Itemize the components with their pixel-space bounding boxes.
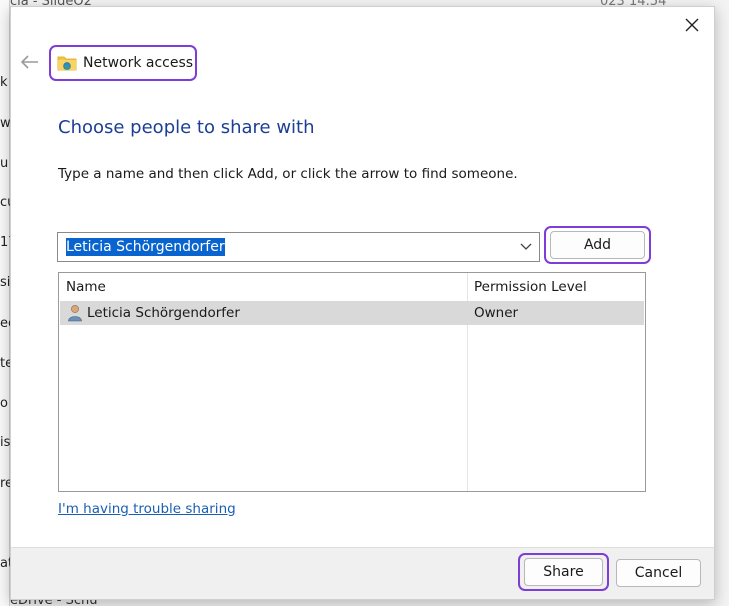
background-list-item[interactable]: is	[0, 435, 10, 450]
background-list-item[interactable]: 17	[0, 235, 10, 250]
dialog-title-bar: Network access	[49, 45, 197, 81]
background-list-item[interactable]: u	[0, 156, 10, 171]
back-button[interactable]	[19, 51, 41, 73]
background-list-item[interactable]: k	[0, 75, 10, 90]
list-item[interactable]: Leticia Schörgendorfer Owner	[60, 301, 644, 325]
people-list[interactable]: Name Permission Level Leticia Schörgendo…	[58, 272, 646, 492]
user-icon	[68, 305, 82, 322]
dialog-title: Network access	[83, 55, 194, 71]
background-list-item[interactable]: w	[0, 116, 10, 131]
add-button[interactable]: Add	[550, 231, 645, 259]
dialog-footer: Share Cancel	[11, 547, 714, 599]
column-header-permission[interactable]: Permission Level	[474, 279, 587, 295]
row-name: Leticia Schörgendorfer	[87, 305, 240, 321]
background-list-item[interactable]: te	[0, 356, 10, 371]
close-icon	[685, 18, 699, 32]
share-button-highlight: Share	[518, 553, 609, 591]
background-list-item[interactable]: ec	[0, 316, 10, 331]
share-button[interactable]: Share	[524, 558, 603, 586]
cancel-button[interactable]: Cancel	[616, 559, 701, 587]
background-list-item[interactable]: o	[0, 396, 10, 411]
column-header-name[interactable]: Name	[66, 279, 106, 295]
background-list-item[interactable]: si	[0, 275, 10, 290]
network-access-dialog: Network access Choose people to share wi…	[10, 6, 715, 600]
name-input-combobox[interactable]: Leticia Schörgendorfer	[57, 232, 540, 262]
background-list-item[interactable]: at	[0, 556, 10, 571]
background-file-list: k w u cu 17 si ec te o is re at	[0, 0, 10, 606]
background-list-item[interactable]: re	[0, 476, 10, 491]
background-list-item[interactable]: cu	[0, 195, 10, 210]
close-button[interactable]	[678, 13, 706, 37]
back-arrow-icon	[21, 55, 38, 69]
network-folder-icon	[57, 56, 77, 71]
trouble-sharing-link[interactable]: I'm having trouble sharing	[58, 501, 236, 517]
page-heading: Choose people to share with	[58, 117, 315, 138]
instructions-text: Type a name and then click Add, or click…	[58, 166, 518, 182]
chevron-down-icon[interactable]	[519, 239, 533, 253]
add-button-highlight: Add	[544, 226, 651, 264]
row-permission[interactable]: Owner	[474, 305, 518, 321]
name-input-value[interactable]: Leticia Schörgendorfer	[66, 238, 225, 256]
